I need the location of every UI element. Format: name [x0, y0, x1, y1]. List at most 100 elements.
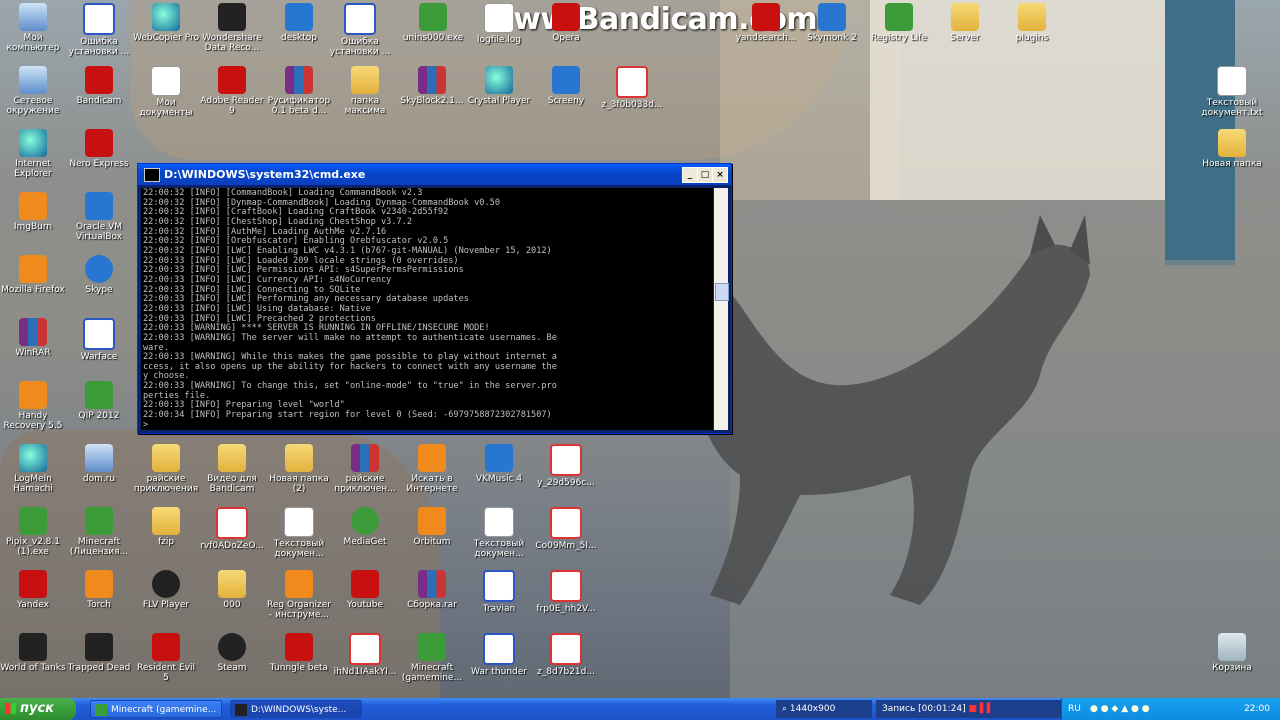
clock[interactable]: 22:00 — [1244, 698, 1270, 720]
cmd-window[interactable]: D:\WINDOWS\system32\cmd.exe _ □ × 22:00:… — [137, 163, 732, 434]
desktop-icon[interactable]: QIP 2012 — [66, 381, 132, 421]
desktop-icon[interactable]: Текстовый докумен... — [466, 507, 532, 559]
desktop-icon[interactable]: Сборка.rar — [399, 570, 465, 610]
taskbar-item-minecraft[interactable]: Minecraft (gamemine... — [90, 700, 222, 718]
desktop-icon[interactable]: Сетевое окружение — [0, 66, 66, 116]
desktop-icon[interactable]: Текстовый докумен... — [266, 507, 332, 559]
desktop-icon[interactable]: yandsearch... — [733, 3, 799, 43]
desktop-icon[interactable]: райские приключения — [133, 444, 199, 494]
desktop-icon[interactable]: Mozilla Firefox — [0, 255, 66, 295]
desktop-icon[interactable]: logfile.log — [466, 3, 532, 45]
desktop-icon[interactable]: Мои документы — [133, 66, 199, 118]
scrollbar-thumb[interactable] — [715, 283, 729, 301]
scrollbar[interactable] — [714, 188, 729, 430]
desktop-icon[interactable]: Pipix_v2.8.1 (1).exe — [0, 507, 66, 557]
ie-icon — [19, 129, 47, 157]
desktop-icon[interactable]: Новая папка (2) — [266, 444, 332, 494]
desktop-icon[interactable]: Новая папка — [1199, 129, 1265, 169]
desktop-icon[interactable]: Bandicam — [66, 66, 132, 106]
desktop-icon[interactable]: WinRAR — [0, 318, 66, 358]
desktop-icon-recycle-bin[interactable]: Корзина — [1199, 633, 1265, 673]
desktop-icon[interactable]: Server — [932, 3, 998, 43]
bandicam-record-status[interactable]: Запись [00:01:24] ■ ▌▌ — [876, 700, 1064, 718]
maximize-button[interactable]: □ — [697, 167, 713, 183]
desktop-icon[interactable]: Текстовый документ.txt — [1199, 66, 1265, 118]
desktop-icon[interactable]: World of Tanks — [0, 633, 66, 673]
desktop-icon-my-computer[interactable]: Мой компьютер — [0, 3, 66, 53]
desktop-icon[interactable]: Resident Evil 5 — [133, 633, 199, 683]
desktop-icon[interactable]: Видео для Bandicam — [199, 444, 265, 494]
record-icon[interactable]: ■ — [968, 704, 979, 714]
icon-label: Crystal Player — [467, 96, 531, 106]
desktop-icon[interactable]: Nero Express — [66, 129, 132, 169]
desktop-icon[interactable]: Torch — [66, 570, 132, 610]
desktop-icon[interactable]: SkyBlock2.1... — [399, 66, 465, 106]
desktop-icon[interactable]: Screeny — [533, 66, 599, 106]
start-button[interactable]: пуск — [0, 698, 76, 720]
desktop-icon[interactable]: Crystal Player — [466, 66, 532, 106]
desktop-icon[interactable]: Ошибка установки ... — [66, 3, 132, 57]
folder-icon — [1218, 129, 1246, 157]
registry-icon — [285, 570, 313, 598]
close-button[interactable]: × — [712, 167, 728, 183]
desktop-icon[interactable]: Русификатор 0.1 beta d... — [266, 66, 332, 116]
bandicam-resolution[interactable]: ⌕ 1440x900 — [776, 700, 872, 718]
console-output[interactable]: 22:00:32 [INFO] [CommandBook] Loading Co… — [141, 188, 713, 430]
desktop-icon[interactable]: Minecraft (Лицензия... — [66, 507, 132, 557]
desktop-icon[interactable]: Orbitum — [399, 507, 465, 547]
language-indicator[interactable]: RU — [1068, 698, 1081, 720]
desktop-icon[interactable]: VKMusic 4 — [466, 444, 532, 484]
desktop-icon[interactable]: Youtube — [332, 570, 398, 610]
desktop-icon[interactable]: z_3f0b033d... — [599, 66, 665, 110]
desktop-icon[interactable]: 000 — [199, 570, 265, 610]
desktop-icon[interactable]: райские приключен... — [332, 444, 398, 494]
desktop-icon[interactable]: Warface — [66, 318, 132, 362]
app-icon — [19, 507, 47, 535]
desktop-icon[interactable]: Yandex — [0, 570, 66, 610]
desktop-icon[interactable]: frp0E_hh2V... — [533, 570, 599, 614]
desktop-icon[interactable]: Internet Explorer — [0, 129, 66, 179]
desktop-icon[interactable]: dom.ru — [66, 444, 132, 484]
desktop-icon[interactable]: Skymonk 2 — [799, 3, 865, 43]
desktop-icon[interactable]: War thunder — [466, 633, 532, 677]
desktop-icon[interactable]: папка максима — [332, 66, 398, 116]
desktop-icon[interactable]: ImgBurn — [0, 192, 66, 232]
desktop-icon[interactable]: Opera — [533, 3, 599, 43]
desktop-icon[interactable]: plugins — [999, 3, 1065, 43]
desktop-icon[interactable]: Steam — [199, 633, 265, 673]
pause-icon[interactable]: ▌▌ — [980, 704, 994, 714]
desktop-icon[interactable]: FLV Player — [133, 570, 199, 610]
desktop-icon[interactable]: Handy Recovery 5.5 — [0, 381, 66, 431]
desktop-icon[interactable]: Ошибка установки ... — [327, 3, 393, 57]
desktop-icon[interactable]: desktop — [266, 3, 332, 43]
minimize-button[interactable]: _ — [682, 167, 698, 183]
tray-icons[interactable]: ● ● ◆ ▲ ● ● — [1090, 698, 1150, 720]
desktop-icon[interactable]: Trapped Dead — [66, 633, 132, 673]
desktop-icon[interactable]: ihNd1IAakYI... — [332, 633, 398, 677]
music-icon — [485, 444, 513, 472]
icon-label: 000 — [223, 600, 241, 610]
taskbar-item-cmd[interactable]: D:\WINDOWS\syste... — [230, 700, 362, 718]
desktop-icon[interactable]: fzip — [133, 507, 199, 547]
desktop-icon[interactable]: Minecraft (gamemine... — [399, 633, 465, 683]
icon-label: Youtube — [347, 600, 383, 610]
console-icon — [235, 704, 247, 716]
desktop-icon[interactable]: Co09Mm_5I... — [533, 507, 599, 551]
desktop-icon[interactable]: y_29d596c... — [533, 444, 599, 488]
desktop-icon[interactable]: z_8d7b21d... — [533, 633, 599, 677]
desktop-icon[interactable]: Tunngle beta — [266, 633, 332, 673]
desktop-icon[interactable]: MediaGet — [332, 507, 398, 547]
desktop-icon[interactable]: Wondershare Data Reco... — [199, 3, 265, 53]
desktop-icon[interactable]: Adobe Reader 9 — [199, 66, 265, 116]
desktop-icon[interactable]: Oracle VM VirtualBox — [66, 192, 132, 242]
desktop-icon[interactable]: Registry Life — [866, 3, 932, 43]
desktop-icon[interactable]: LogMeIn Hamachi — [0, 444, 66, 494]
desktop-icon[interactable]: WebCopier Pro — [133, 3, 199, 43]
desktop-icon[interactable]: Искать в Интернете — [399, 444, 465, 494]
desktop-icon[interactable]: Travian — [466, 570, 532, 614]
cmd-titlebar[interactable]: D:\WINDOWS\system32\cmd.exe _ □ × — [138, 164, 731, 185]
desktop-icon[interactable]: Skype — [66, 255, 132, 295]
desktop-icon[interactable]: unins000.exe — [400, 3, 466, 43]
desktop-icon[interactable]: Reg Organizer - инструме... — [266, 570, 332, 620]
desktop-icon[interactable]: rvf0ADoZeO... — [199, 507, 265, 551]
